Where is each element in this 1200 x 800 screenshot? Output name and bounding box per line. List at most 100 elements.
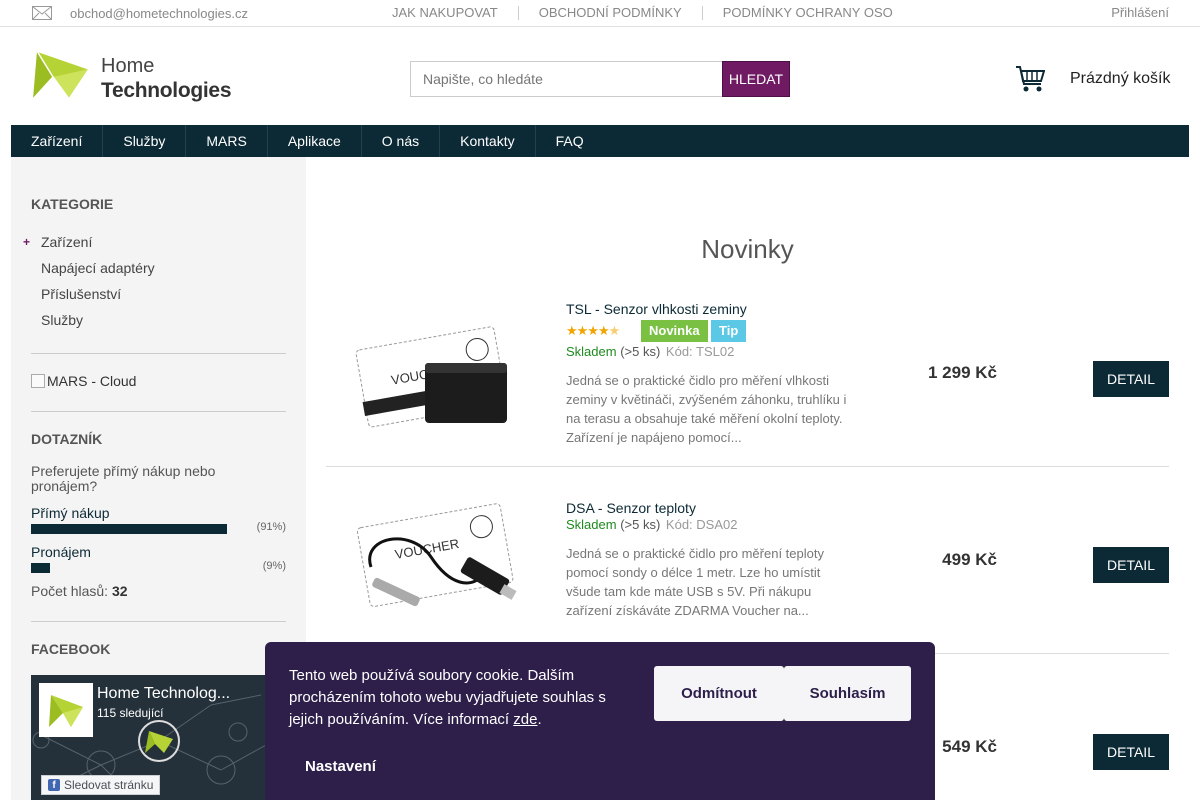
- search-bar: HLEDAT: [410, 61, 790, 97]
- cookie-message: Tento web používá soubory cookie. Dalším…: [289, 667, 606, 728]
- fb-page-name: Home Technolog...: [97, 685, 231, 702]
- page-title: Novinky: [701, 234, 794, 264]
- poll-percent: (91%): [256, 521, 286, 533]
- poll-bar: [31, 563, 50, 573]
- email-text: obchod@hometechnologies.cz: [70, 5, 248, 21]
- facebook-title: FACEBOOK: [31, 641, 111, 657]
- detail-button[interactable]: DETAIL: [1093, 734, 1169, 770]
- divider: [31, 621, 286, 622]
- link-podminky-ochrany[interactable]: PODMÍNKY OCHRANY OSO: [701, 6, 913, 20]
- product-description: Jedná se o praktické čidlo pro měření te…: [566, 546, 824, 618]
- product-price: 1 299 Kč: [928, 363, 997, 382]
- category-item-napajeci-adaptery[interactable]: Napájecí adaptéry: [31, 259, 155, 285]
- contact-email[interactable]: obchod@hometechnologies.cz: [32, 6, 248, 21]
- top-links: JAK NAKUPOVAT OBCHODNÍ PODMÍNKY PODMÍNKY…: [392, 0, 913, 26]
- availability: Skladem (>5 ks) Kód: DSA02: [566, 517, 737, 532]
- votes-count: 32: [111, 583, 128, 599]
- product-card: VOUCHER TSL - Senzor vlhkosti zeminy ★★★…: [326, 290, 1169, 467]
- product-price: 499 Kč: [942, 550, 997, 569]
- fb-page-avatar: [39, 683, 93, 737]
- category-label: Služby: [41, 312, 84, 328]
- nav-item-mars[interactable]: MARS: [186, 125, 268, 157]
- plus-icon: +: [23, 235, 31, 249]
- facebook-icon: f: [48, 779, 60, 791]
- nav-item-kontakty[interactable]: Kontakty: [440, 125, 536, 157]
- link-obchodni-podminky[interactable]: OBCHODNÍ PODMÍNKY: [517, 6, 702, 20]
- header: Home Technologies HLEDAT Prázdný košík: [0, 27, 1200, 125]
- rating-stars: ★★★★★: [566, 323, 620, 338]
- detail-button[interactable]: DETAIL: [1093, 361, 1169, 397]
- logo[interactable]: Home Technologies: [33, 47, 232, 107]
- category-list: + Zařízení Napájecí adaptéry Příslušenstv…: [23, 233, 155, 337]
- nav-item-o-nas[interactable]: O nás: [362, 125, 441, 157]
- logo-icon: [33, 49, 91, 101]
- product-code: Kód: DSA02: [665, 517, 738, 532]
- sidebar: KATEGORIE + Zařízení Napájecí adaptéry Př…: [11, 157, 306, 800]
- fb-followers: 115 sledující: [97, 706, 164, 720]
- search-button[interactable]: HLEDAT: [722, 61, 790, 97]
- category-label: Napájecí adaptéry: [41, 260, 155, 276]
- category-item-sluzby[interactable]: Služby: [31, 311, 155, 337]
- login-link[interactable]: Přihlášení: [1111, 5, 1169, 20]
- cookie-period: .: [537, 711, 542, 728]
- poll-votes: Počet hlasů: 32: [31, 583, 128, 599]
- fb-follow-label: Sledovat stránku: [64, 778, 154, 792]
- facebook-widget[interactable]: Home Technolog... 115 sledující f Sledov…: [31, 675, 271, 800]
- stock-status: Skladem: [566, 344, 617, 359]
- categories-title: KATEGORIE: [31, 196, 114, 212]
- stock-count: (>5 ks): [620, 517, 661, 532]
- nav-item-aplikace[interactable]: Aplikace: [268, 125, 362, 157]
- logo-icon: [49, 695, 83, 727]
- poll-option-primy-nakup[interactable]: Přímý nákup (91%): [31, 506, 286, 534]
- top-bar: obchod@hometechnologies.cz JAK NAKUPOVAT…: [0, 0, 1200, 27]
- detail-button[interactable]: DETAIL: [1093, 547, 1169, 583]
- product-name[interactable]: TSL - Senzor vlhkosti zeminy: [566, 301, 747, 317]
- category-label: Příslušenství: [41, 286, 122, 302]
- badge-tip: Tip: [711, 320, 747, 342]
- poll-bar: [31, 524, 227, 534]
- product-image[interactable]: VOUCHER: [351, 497, 521, 617]
- divider: [31, 353, 286, 354]
- product-image[interactable]: VOUCHER: [351, 315, 521, 435]
- voucher-with-probe-image: VOUCHER: [356, 503, 517, 607]
- logo-text-home: Home: [101, 55, 155, 77]
- main-nav: Zařízení Služby MARS Aplikace O nás Kont…: [11, 125, 1189, 157]
- stock-count: (>5 ks): [620, 344, 661, 359]
- mail-icon: [32, 6, 52, 20]
- cart-icon: [1016, 66, 1045, 92]
- poll-option-label: Pronájem: [31, 544, 91, 560]
- decline-button[interactable]: Odmítnout: [654, 666, 784, 721]
- votes-label: Počet hlasů:: [31, 583, 109, 599]
- cookie-more-info-link[interactable]: zde: [513, 711, 537, 728]
- stock-status: Skladem: [566, 517, 617, 532]
- category-item-zarizeni[interactable]: + Zařízení: [23, 233, 155, 259]
- product-card: VOUCHER DSA - Senzor teploty Skladem (>5…: [326, 467, 1169, 654]
- cookie-settings-button[interactable]: Nastavení: [305, 758, 376, 775]
- cookie-banner: Tento web používá soubory cookie. Dalším…: [265, 642, 935, 800]
- fb-follow-button[interactable]: f Sledovat stránku: [41, 775, 161, 795]
- accept-button[interactable]: Souhlasím: [784, 666, 911, 721]
- cart[interactable]: Prázdný košík: [1015, 65, 1170, 93]
- broken-image-icon: [31, 374, 45, 388]
- availability: Skladem (>5 ks) Kód: TSL02: [566, 344, 734, 359]
- link-jak-nakupovat[interactable]: JAK NAKUPOVAT: [392, 6, 518, 20]
- nav-item-faq[interactable]: FAQ: [536, 125, 604, 157]
- product-price: 549 Kč: [942, 737, 997, 756]
- category-item-prislusenstvi[interactable]: Příslušenství: [31, 285, 155, 311]
- logo-text-technologies: Technologies: [101, 79, 232, 102]
- category-label: Zařízení: [41, 234, 93, 250]
- mars-cloud-banner[interactable]: MARS - Cloud: [31, 373, 136, 389]
- nav-item-sluzby[interactable]: Služby: [103, 125, 187, 157]
- product-name[interactable]: DSA - Senzor teploty: [566, 500, 696, 516]
- badge-new: Novinka: [641, 320, 708, 342]
- divider: [31, 411, 286, 412]
- poll-option-pronajem[interactable]: Pronájem (9%): [31, 545, 286, 573]
- poll-option-label: Přímý nákup: [31, 505, 110, 521]
- nav-item-zarizeni[interactable]: Zařízení: [11, 125, 104, 157]
- product-description: Jedná se o praktické čidlo pro měření vl…: [566, 373, 847, 445]
- cart-label: Prázdný košík: [1070, 70, 1171, 87]
- cookie-text: Tento web používá soubory cookie. Dalším…: [289, 665, 629, 731]
- search-input[interactable]: [410, 61, 722, 97]
- poll-title: DOTAZNÍK: [31, 431, 103, 447]
- mars-cloud-alt: MARS - Cloud: [47, 373, 137, 389]
